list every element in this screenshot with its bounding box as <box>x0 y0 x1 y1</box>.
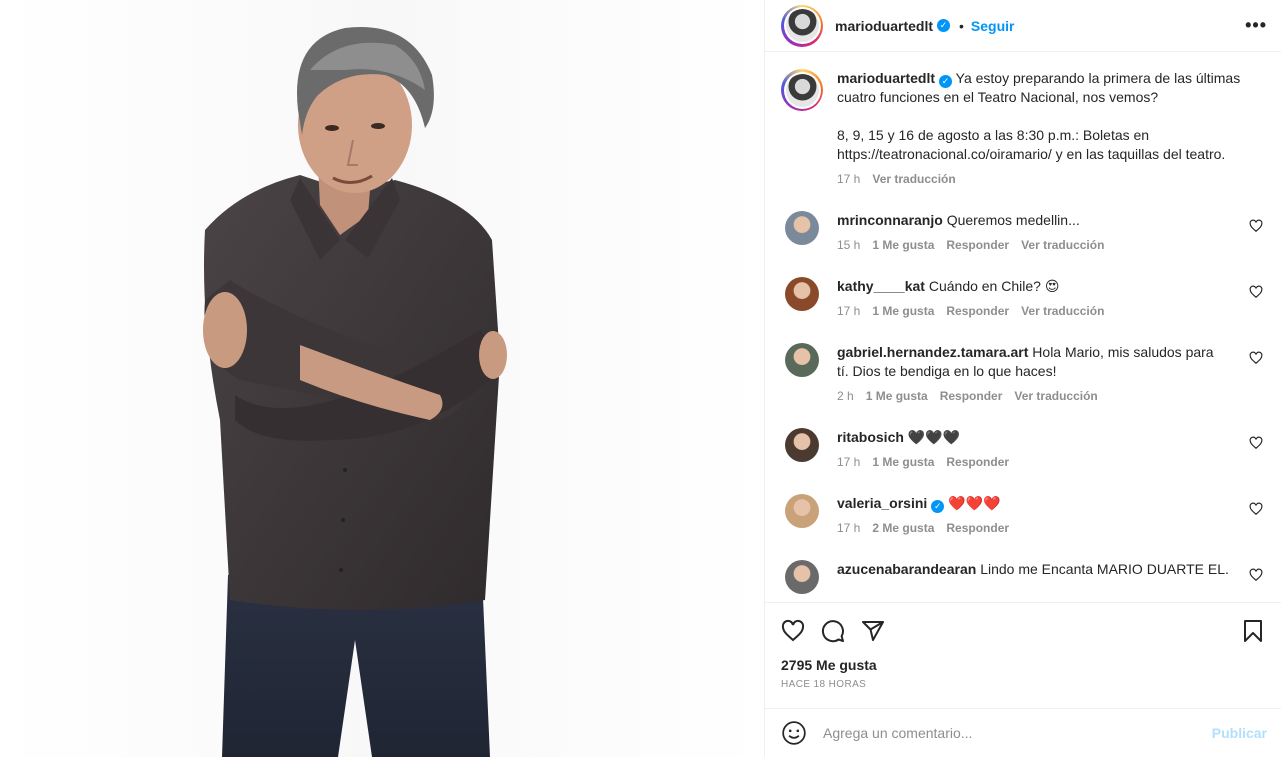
verified-badge-icon: ✓ <box>931 500 945 513</box>
publish-button[interactable]: Publicar <box>1212 725 1267 741</box>
comment-like-heart-icon[interactable] <box>1249 351 1263 365</box>
translate-link[interactable]: Ver traducción <box>1021 302 1104 321</box>
post-photo[interactable] <box>0 0 764 757</box>
comment-item: kathy____kat Cuándo en Chile? 😍 17 h 1 Me … <box>781 277 1265 321</box>
comment-item: gabriel.hernandez.tamara.art Hola Mario,… <box>781 343 1265 406</box>
reply-button[interactable]: Responder <box>946 302 1009 321</box>
comment-like-heart-icon[interactable] <box>1249 219 1263 233</box>
comment-likes[interactable]: 2 Me gusta <box>872 519 934 538</box>
translate-link[interactable]: Ver traducción <box>1021 236 1104 255</box>
comment-like-heart-icon[interactable] <box>1249 568 1263 582</box>
comment-username[interactable]: gabriel.hernandez.tamara.art <box>837 344 1028 360</box>
post-detail-panel: marioduartedlt ✓ • Seguir ••• marioduart… <box>764 0 1281 757</box>
heart-icon[interactable] <box>781 619 805 643</box>
comment-text: ❤️❤️❤️ <box>948 495 1001 511</box>
follow-button[interactable]: Seguir <box>971 18 1015 34</box>
comment-item: mrinconnaranjo Queremos medellin... 15 h 1… <box>781 211 1265 255</box>
comment-username[interactable]: azucenabarandearan <box>837 561 976 577</box>
posted-time: HACE 18 HORAS <box>781 679 867 690</box>
verified-badge-icon: ✓ <box>939 75 953 88</box>
post-caption: marioduartedlt ✓ Ya estoy preparando la p… <box>781 69 1265 189</box>
comment-time[interactable]: 2 h <box>837 387 854 406</box>
caption-translate-link[interactable]: Ver traducción <box>872 170 955 189</box>
send-icon[interactable] <box>861 619 885 643</box>
emoji-smile-icon[interactable] <box>781 720 807 746</box>
comment-likes[interactable]: 1 Me gusta <box>872 453 934 472</box>
comment-like-heart-icon[interactable] <box>1249 436 1263 450</box>
comment-item: azucenabarandearan Lindo me Encanta MARI… <box>781 560 1265 594</box>
comment-time[interactable]: 17 h <box>837 302 860 321</box>
comment-text: 🖤🖤🖤 <box>907 429 961 445</box>
commenter-avatar[interactable] <box>785 494 819 528</box>
commenter-avatar[interactable] <box>785 277 819 311</box>
comment-time[interactable]: 17 h <box>837 519 860 538</box>
comment-username[interactable]: kathy____kat <box>837 278 925 294</box>
reply-button[interactable]: Responder <box>940 387 1003 406</box>
author-username[interactable]: marioduartedlt <box>835 18 933 34</box>
comment-time[interactable]: 15 h <box>837 236 860 255</box>
commenter-avatar[interactable] <box>785 428 819 462</box>
portrait-photo <box>0 0 764 757</box>
instagram-post-viewer: marioduartedlt ✓ • Seguir ••• marioduart… <box>0 0 1281 757</box>
comment-likes[interactable]: 1 Me gusta <box>866 387 928 406</box>
commenter-avatar[interactable] <box>785 560 819 594</box>
post-actions: 2795 Me gusta HACE 18 HORAS <box>765 602 1281 690</box>
likes-count[interactable]: 2795 Me gusta <box>781 657 1265 673</box>
comment-input[interactable] <box>823 725 1212 741</box>
caption-time[interactable]: 17 h <box>837 170 860 189</box>
translate-link[interactable]: Ver traducción <box>1014 387 1097 406</box>
comment-text: Queremos medellin... <box>946 212 1080 228</box>
comment-username[interactable]: ritabosich <box>837 429 904 445</box>
comment-like-heart-icon[interactable] <box>1249 502 1263 516</box>
comment-likes[interactable]: 1 Me gusta <box>872 236 934 255</box>
comment-icon[interactable] <box>821 619 845 643</box>
bookmark-icon[interactable] <box>1241 619 1265 643</box>
comment-username[interactable]: mrinconnaranjo <box>837 212 943 228</box>
author-avatar[interactable] <box>781 4 823 47</box>
comment-like-heart-icon[interactable] <box>1249 285 1263 299</box>
commenter-avatar[interactable] <box>785 211 819 245</box>
more-options-icon[interactable]: ••• <box>1245 15 1267 36</box>
reply-button[interactable]: Responder <box>946 236 1009 255</box>
caption-username[interactable]: marioduartedlt <box>837 70 935 86</box>
add-comment-bar: Publicar <box>765 708 1281 757</box>
comments-list[interactable]: marioduartedlt ✓ Ya estoy preparando la p… <box>765 53 1281 601</box>
separator-dot: • <box>959 17 964 34</box>
reply-button[interactable]: Responder <box>946 453 1009 472</box>
caption-avatar[interactable] <box>781 69 823 111</box>
comment-time[interactable]: 17 h <box>837 453 860 472</box>
post-header: marioduartedlt ✓ • Seguir ••• <box>765 0 1281 52</box>
comment-text: Cuándo en Chile? 😍 <box>928 278 1060 294</box>
comment-likes[interactable]: 1 Me gusta <box>872 302 934 321</box>
comment-item: ritabosich 🖤🖤🖤 17 h 1 Me gusta Responder <box>781 428 1265 472</box>
commenter-avatar[interactable] <box>785 343 819 377</box>
comment-item: valeria_orsini ✓ ❤️❤️❤️ 17 h 2 Me gusta Resp… <box>781 494 1265 538</box>
comment-username[interactable]: valeria_orsini <box>837 495 927 511</box>
comment-text: Lindo me Encanta MARIO DUARTE EL. <box>980 561 1229 577</box>
verified-badge-icon: ✓ <box>937 19 951 32</box>
reply-button[interactable]: Responder <box>946 519 1009 538</box>
